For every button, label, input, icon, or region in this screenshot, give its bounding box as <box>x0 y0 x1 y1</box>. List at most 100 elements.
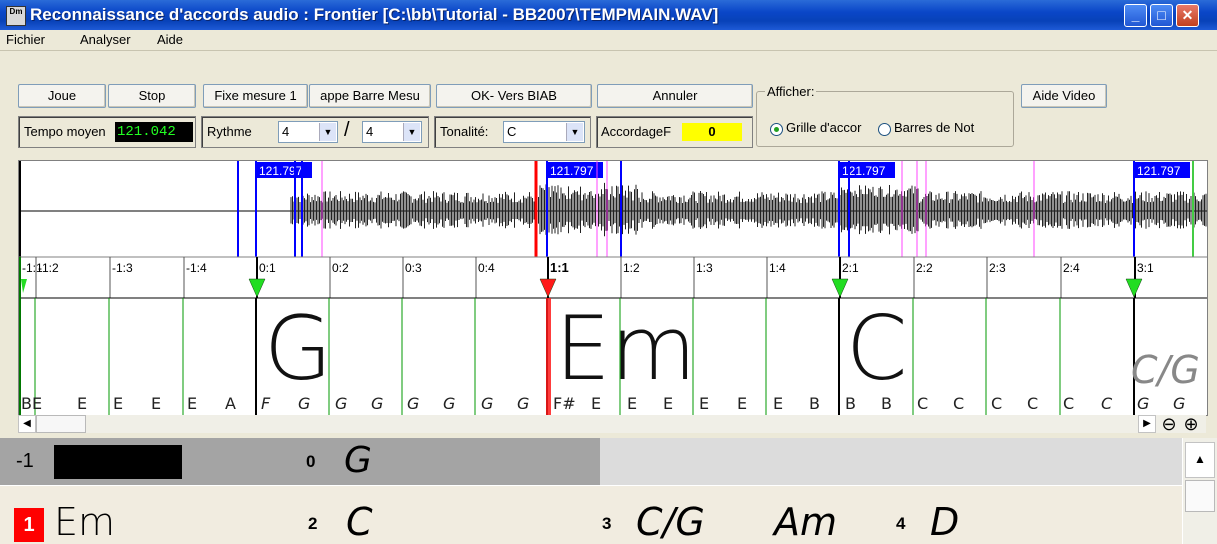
scroll-up-arrow[interactable]: ▲ <box>1185 442 1215 478</box>
analysis-panel[interactable]: 121.797 121.797 121.797 121.797 -1:1 -1:2 -1:… <box>18 160 1208 416</box>
radio-grille-accords[interactable] <box>770 123 783 136</box>
note-letter: A <box>225 394 236 413</box>
bar-number-4: 4 <box>896 514 906 533</box>
rythme-box: Rythme 4 ▼ / 4 ▼ <box>201 116 429 148</box>
chord-bar2[interactable]: C <box>346 500 373 544</box>
app-icon[interactable]: Dm <box>6 6 26 26</box>
note-letter: G <box>371 394 383 413</box>
chevron-down-icon: ▼ <box>319 123 336 141</box>
maximize-button[interactable]: □ <box>1150 4 1173 27</box>
radio-grille-label: Grille d'accor <box>786 120 862 135</box>
chord-bar3a[interactable]: C/G <box>636 500 705 544</box>
note-letter: F# <box>553 394 576 413</box>
zoom-in-icon[interactable]: ⊕ <box>1181 414 1201 434</box>
rythme-label: Rythme <box>207 124 252 139</box>
menu-fichier[interactable]: Fichier <box>6 32 45 47</box>
scroll-right-arrow[interactable]: ▶ <box>1138 415 1156 433</box>
chord-sheet-row1-light <box>600 438 1182 485</box>
beat-ruler[interactable]: -1:1-1:2 -1:3 -1:4 0:1 0:2 0:3 0:4 1:1 1:2 1:3 1:4… <box>19 257 1154 298</box>
minimize-button[interactable]: _ <box>1124 4 1147 27</box>
ruler-label: 2:4 <box>1063 261 1080 275</box>
note-letter: E <box>187 394 197 413</box>
chord-name: C/G <box>1131 348 1200 392</box>
chord-name: G <box>264 297 332 400</box>
note-letter: E <box>151 394 161 413</box>
beat-triangle-icon <box>248 278 266 298</box>
note-letter: E <box>113 394 123 413</box>
note-letter: C <box>917 394 928 413</box>
note-letter: E <box>77 394 87 413</box>
joue-button[interactable]: Joue <box>18 84 106 108</box>
note-letter: C <box>1063 394 1074 413</box>
note-letter: G <box>443 394 455 413</box>
tonalite-box: Tonalité: C ▼ <box>434 116 591 148</box>
horizontal-scrollbar[interactable]: ◀ ▶ ⊖ ⊕ <box>18 414 1206 434</box>
note-letter: G <box>335 394 347 413</box>
bar-number-neg1: -1 <box>16 450 34 472</box>
note-letter: E <box>663 394 673 413</box>
ruler-label: -1:3 <box>112 261 133 275</box>
tonalite-select[interactable]: C ▼ <box>503 121 585 143</box>
note-letter: G <box>1173 394 1185 413</box>
beat-triangle-icon <box>539 278 557 298</box>
start-triangle-icon <box>21 279 27 293</box>
menu-aide[interactable]: Aide <box>157 32 183 47</box>
frappe-barre-button[interactable]: appe Barre Mesu <box>309 84 431 108</box>
chord-grid[interactable]: G Em C C/GBE E E E E A F G G G G G G G F# E E E E E E B B B C C C C C C G… <box>19 257 1200 415</box>
note-letter: E <box>699 394 709 413</box>
radio-barres-notes[interactable] <box>878 123 891 136</box>
note-letter: C <box>991 394 1002 413</box>
chord-bar0[interactable]: G <box>344 440 372 481</box>
note-letter: B <box>881 394 892 413</box>
bar-number-1: 1 <box>14 508 44 542</box>
ruler-label: 0:2 <box>332 261 349 275</box>
ruler-label: 0:3 <box>405 261 422 275</box>
chord-name: C <box>846 297 907 400</box>
chord-bar1[interactable]: Em <box>54 500 115 544</box>
current-selection-block[interactable] <box>54 445 182 479</box>
beat-triangle-icon <box>831 278 849 298</box>
bar-number-2: 2 <box>308 514 318 533</box>
ok-biab-button[interactable]: OK- Vers BIAB <box>436 84 592 108</box>
fixe-mesure-button[interactable]: Fixe mesure 1 <box>203 84 308 108</box>
waveform-chord-grid[interactable]: 121.797 121.797 121.797 121.797 -1:1-1:2 -1:… <box>19 161 1207 415</box>
note-letter: B <box>809 394 820 413</box>
note-letter: C <box>1027 394 1038 413</box>
scroll-left-arrow[interactable]: ◀ <box>18 415 36 433</box>
rythme-numerator-select[interactable]: 4 ▼ <box>278 121 338 143</box>
rythme-slash: / <box>344 119 350 141</box>
ruler-label: 0:1 <box>259 261 276 275</box>
tempo-tag: 121.797 <box>1137 164 1181 178</box>
chord-sheet-row2 <box>0 486 1182 544</box>
note-letter: G <box>407 394 419 413</box>
chord-name: Em <box>555 297 696 400</box>
ruler-label: -1:4 <box>186 261 207 275</box>
annuler-button[interactable]: Annuler <box>597 84 753 108</box>
accordage-value[interactable]: 0 <box>682 123 742 141</box>
zoom-out-icon[interactable]: ⊖ <box>1159 414 1179 434</box>
accordage-label: AccordageF <box>601 124 672 139</box>
radio-barres-label: Barres de Not <box>894 120 975 135</box>
note-letter: E <box>773 394 783 413</box>
title-bar: Dm Reconnaissance d'accords audio : Fron… <box>0 0 1217 30</box>
tonalite-label: Tonalité: <box>440 124 489 139</box>
current-bar-marker <box>546 298 551 415</box>
rythme-denominator-select[interactable]: 4 ▼ <box>362 121 422 143</box>
scroll-thumb[interactable] <box>36 415 86 433</box>
chord-bar3b[interactable]: Am <box>774 500 837 544</box>
note-letter: C <box>1101 394 1113 413</box>
chord-sheet[interactable]: -1 0 G 1 Em 2 C 3 C/G Am 4 D ▲ <box>0 438 1217 544</box>
aide-video-button[interactable]: Aide Video <box>1021 84 1107 108</box>
stop-button[interactable]: Stop <box>108 84 196 108</box>
chord-bar4[interactable]: D <box>930 500 959 544</box>
tempo-tag: 121.797 <box>550 164 594 178</box>
note-letter: F <box>261 394 271 413</box>
menu-analyser[interactable]: Analyser <box>80 32 131 47</box>
vscroll-thumb[interactable] <box>1185 480 1215 512</box>
chevron-down-icon: ▼ <box>403 123 420 141</box>
bar-number-0: 0 <box>306 452 316 471</box>
note-letter: G <box>517 394 529 413</box>
close-button[interactable]: ✕ <box>1176 4 1199 27</box>
vertical-scrollbar[interactable]: ▲ <box>1183 438 1217 544</box>
chevron-down-icon: ▼ <box>566 123 583 141</box>
